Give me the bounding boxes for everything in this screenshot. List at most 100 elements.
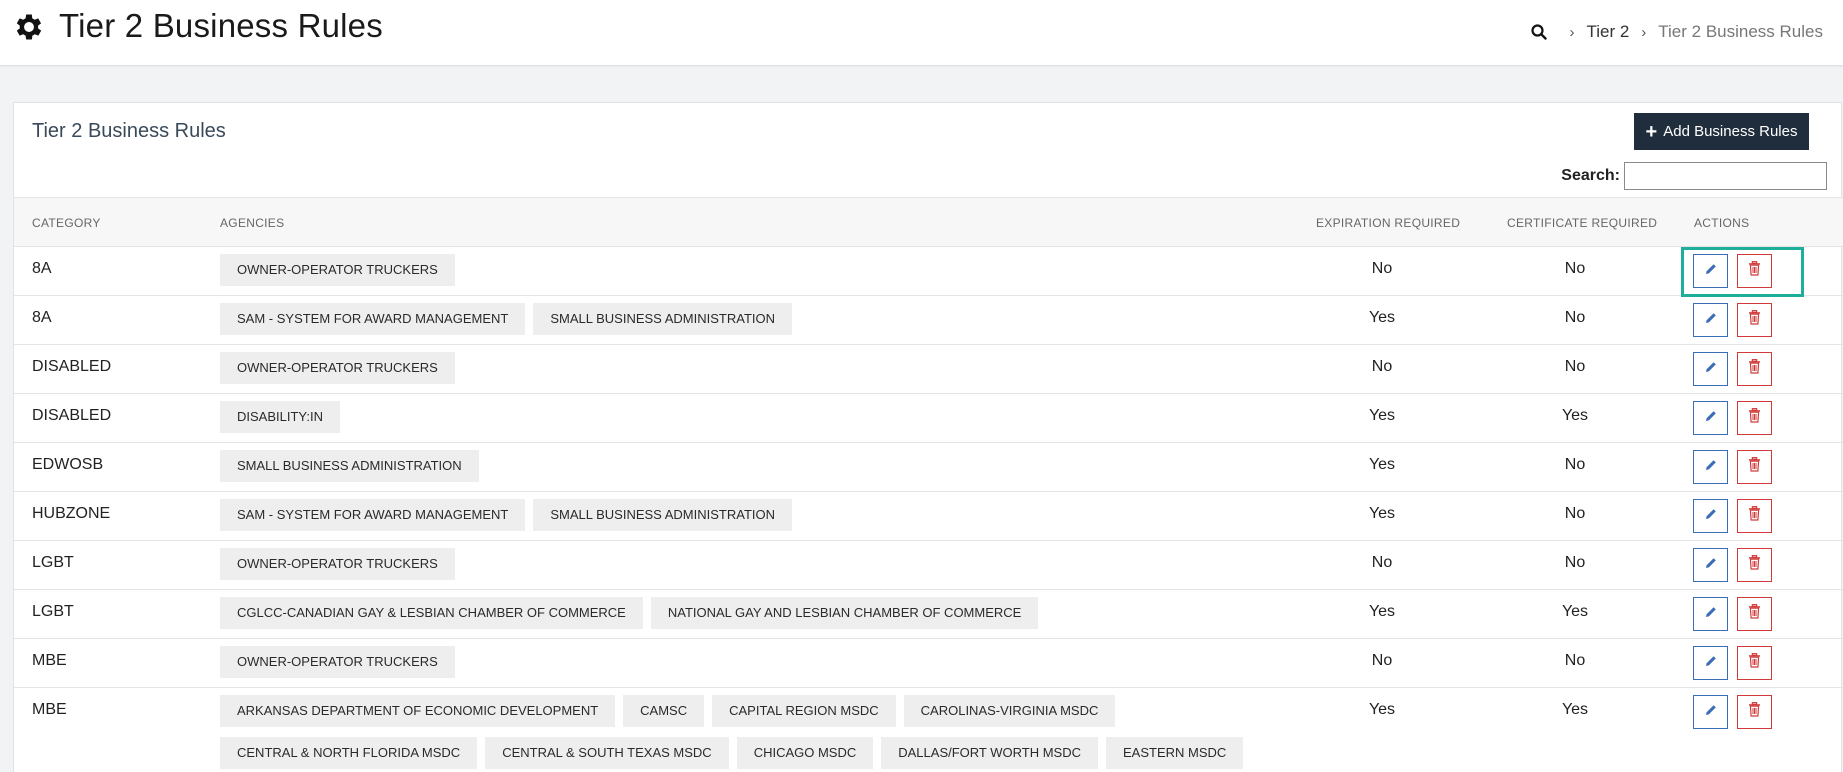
column-certificate-required[interactable]: CERTIFICATE REQUIRED: [1507, 216, 1657, 230]
page-header: Tier 2 Business Rules › Tier 2 › Tier 2 …: [0, 0, 1843, 66]
edit-button[interactable]: [1693, 695, 1728, 729]
agency-chip: OWNER-OPERATOR TRUCKERS: [220, 548, 455, 580]
delete-button[interactable]: [1737, 499, 1772, 533]
edit-button[interactable]: [1693, 450, 1728, 484]
agency-chip: SAM - SYSTEM FOR AWARD MANAGEMENT: [220, 303, 526, 335]
column-agencies[interactable]: AGENCIES: [220, 216, 284, 230]
category-cell: MBE: [32, 652, 67, 669]
table-row: DISABLED OWNER-OPERATOR TRUCKERS No No: [14, 345, 1843, 394]
certificate-required-cell: Yes: [1561, 407, 1589, 424]
category-cell: LGBT: [32, 603, 74, 620]
add-business-rules-button[interactable]: + Add Business Rules: [1634, 113, 1809, 150]
certificate-required-cell: No: [1564, 260, 1586, 277]
agencies-cell: OWNER-OPERATOR TRUCKERS: [220, 548, 1300, 580]
certificate-required-cell: No: [1564, 505, 1586, 522]
table-row: DISABLED DISABILITY:IN Yes Yes: [14, 394, 1843, 443]
category-cell: HUBZONE: [32, 505, 111, 522]
trash-icon: [1748, 506, 1761, 526]
delete-button[interactable]: [1737, 646, 1772, 680]
expiration-required-cell: Yes: [1368, 309, 1396, 326]
category-cell: 8A: [32, 260, 52, 277]
row-actions: [1693, 597, 1772, 631]
table-row: HUBZONE SAM - SYSTEM FOR AWARD MANAGEMENT…: [14, 492, 1843, 541]
expiration-required-cell: No: [1371, 554, 1393, 571]
breadcrumb: › Tier 2 › Tier 2 Business Rules: [1531, 20, 1823, 44]
agency-chip: SMALL BUSINESS ADMINISTRATION: [533, 499, 792, 531]
pencil-icon: [1704, 507, 1718, 526]
agency-chip: NATIONAL GAY AND LESBIAN CHAMBER OF COMM…: [650, 597, 1039, 629]
agencies-cell: SMALL BUSINESS ADMINISTRATION: [220, 450, 1300, 482]
table-row: 8A SAM - SYSTEM FOR AWARD MANAGEMENT SMALL…: [14, 296, 1843, 345]
agency-chip: SAM - SYSTEM FOR AWARD MANAGEMENT: [220, 499, 526, 531]
agency-chip: OWNER-OPERATOR TRUCKERS: [220, 254, 455, 286]
expiration-required-cell: Yes: [1368, 407, 1396, 424]
agency-chip: CENTRAL & NORTH FLORIDA MSDC: [220, 737, 478, 769]
delete-button[interactable]: [1737, 450, 1772, 484]
column-actions: ACTIONS: [1694, 216, 1750, 230]
category-cell: MBE: [32, 701, 67, 718]
add-button-label: Add Business Rules: [1663, 123, 1798, 140]
table-row: EDWOSB SMALL BUSINESS ADMINISTRATION Yes No: [14, 443, 1843, 492]
card-title: Tier 2 Business Rules: [32, 120, 226, 142]
pencil-icon: [1704, 605, 1718, 624]
table-row: LGBT OWNER-OPERATOR TRUCKERS No No: [14, 541, 1843, 590]
edit-button[interactable]: [1693, 401, 1728, 435]
breadcrumb-tier2[interactable]: Tier 2: [1586, 22, 1629, 42]
delete-button[interactable]: [1737, 352, 1772, 386]
edit-button[interactable]: [1693, 352, 1728, 386]
delete-button[interactable]: [1737, 597, 1772, 631]
business-rules-card: Tier 2 Business Rules + Add Business Rul…: [13, 102, 1843, 772]
row-actions: [1693, 499, 1772, 533]
agencies-cell: DISABILITY:IN: [220, 401, 1300, 433]
row-actions: [1693, 695, 1772, 729]
edit-button[interactable]: [1693, 646, 1728, 680]
agency-chip: SMALL BUSINESS ADMINISTRATION: [220, 450, 479, 482]
certificate-required-cell: No: [1564, 309, 1586, 326]
trash-icon: [1748, 457, 1761, 477]
expiration-required-cell: No: [1371, 652, 1393, 669]
gear-icon: [16, 14, 42, 40]
edit-button[interactable]: [1693, 303, 1728, 337]
column-category[interactable]: CATEGORY: [32, 216, 101, 230]
delete-button[interactable]: [1737, 548, 1772, 582]
trash-icon: [1748, 653, 1761, 673]
row-actions: [1693, 303, 1772, 337]
table-row: 8A OWNER-OPERATOR TRUCKERS No No: [14, 247, 1843, 296]
certificate-required-cell: No: [1564, 554, 1586, 571]
search-icon[interactable]: [1531, 24, 1548, 40]
category-cell: 8A: [32, 309, 52, 326]
trash-icon: [1748, 604, 1761, 624]
delete-button[interactable]: [1737, 695, 1772, 729]
table-row: MBE ARKANSAS DEPARTMENT OF ECONOMIC DEVEL…: [14, 688, 1843, 772]
delete-button[interactable]: [1737, 401, 1772, 435]
edit-button[interactable]: [1693, 499, 1728, 533]
edit-button[interactable]: [1693, 548, 1728, 582]
column-expiration-required[interactable]: EXPIRATION REQUIRED: [1316, 216, 1460, 230]
delete-button[interactable]: [1737, 303, 1772, 337]
pencil-icon: [1704, 409, 1718, 428]
expiration-required-cell: Yes: [1368, 701, 1396, 718]
agencies-cell: OWNER-OPERATOR TRUCKERS: [220, 254, 1300, 286]
expiration-required-cell: No: [1371, 358, 1393, 375]
page-title: Tier 2 Business Rules: [59, 7, 383, 44]
row-actions: [1693, 352, 1772, 386]
trash-icon: [1748, 359, 1761, 379]
table-search: Search:: [1561, 162, 1827, 190]
agencies-cell: SAM - SYSTEM FOR AWARD MANAGEMENT SMALL B…: [220, 303, 1300, 335]
agency-chip: OWNER-OPERATOR TRUCKERS: [220, 646, 455, 678]
certificate-required-cell: No: [1564, 456, 1586, 473]
trash-icon: [1748, 702, 1761, 722]
table-header: CATEGORY AGENCIES EXPIRATION REQUIRED CE…: [14, 197, 1843, 247]
table-row: LGBT CGLCC-CANADIAN GAY & LESBIAN CHAMBER…: [14, 590, 1843, 639]
search-input[interactable]: [1624, 162, 1827, 190]
agency-chip: CHICAGO MSDC: [736, 737, 874, 769]
agency-chip: OWNER-OPERATOR TRUCKERS: [220, 352, 455, 384]
agencies-cell: SAM - SYSTEM FOR AWARD MANAGEMENT SMALL B…: [220, 499, 1300, 531]
pencil-icon: [1704, 458, 1718, 477]
certificate-required-cell: Yes: [1561, 701, 1589, 718]
pencil-icon: [1704, 556, 1718, 575]
agencies-cell: ARKANSAS DEPARTMENT OF ECONOMIC DEVELOPM…: [220, 695, 1300, 769]
agencies-cell: OWNER-OPERATOR TRUCKERS: [220, 646, 1300, 678]
row-actions: [1693, 646, 1772, 680]
edit-button[interactable]: [1693, 597, 1728, 631]
